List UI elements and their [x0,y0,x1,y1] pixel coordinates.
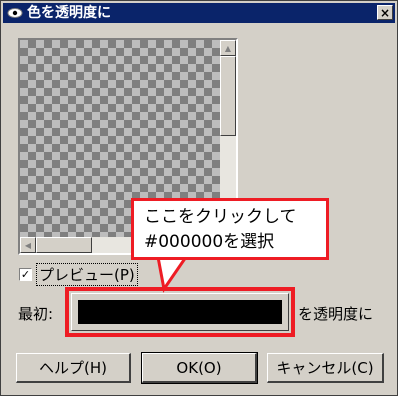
vertical-scroll-thumb[interactable] [220,56,236,136]
close-icon: × [379,5,391,20]
cancel-button[interactable]: キャンセル(C) [267,353,384,383]
gimp-eye-icon [7,8,23,18]
ok-button-label: OK(O) [176,358,222,377]
title-bar[interactable]: 色を透明度に × [3,3,395,23]
close-button[interactable]: × [377,5,393,20]
scroll-up-button[interactable]: ▲ [220,40,236,56]
help-button[interactable]: ヘルプ(H) [16,353,131,383]
callout-line-2: #000000を選択 [144,232,275,252]
to-alpha-label: を透明度に [298,305,374,323]
horizontal-scroll-thumb[interactable] [36,237,92,253]
scroll-left-button[interactable]: ◀ [20,237,36,253]
color-swatch-button[interactable] [71,293,289,331]
help-button-label: ヘルプ(H) [39,359,107,377]
check-mark-icon: ✓ [20,268,31,281]
ok-button[interactable]: OK(O) [141,352,258,384]
preview-toggle[interactable]: ✓ プレビュー(P) [19,263,138,286]
scroll-left-icon: ◀ [24,240,32,250]
instruction-callout: ここをクリックして #000000を選択 [131,198,329,260]
from-color-label: 最初: [18,305,54,323]
callout-line-1: ここをクリックして [144,207,297,227]
cancel-button-label: キャンセル(C) [276,359,374,377]
preview-checkbox[interactable]: ✓ [19,268,32,281]
preview-label[interactable]: プレビュー(P) [36,263,138,286]
window-title: 色を透明度に [27,5,111,21]
scroll-up-icon: ▲ [224,43,232,53]
color-swatch [78,300,282,324]
